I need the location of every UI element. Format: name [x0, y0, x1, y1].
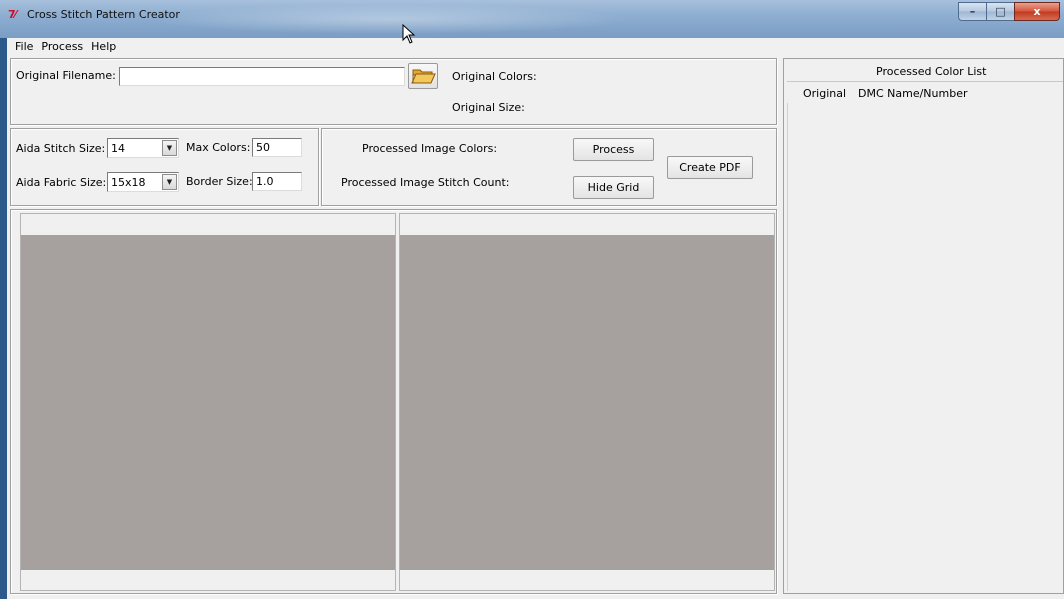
folder-open-icon	[411, 69, 436, 84]
stitch-count-label: Processed Image Stitch Count:	[341, 176, 510, 189]
maximize-button[interactable]: □	[986, 2, 1014, 21]
mouse-cursor-icon	[402, 24, 416, 44]
color-list-divider	[787, 81, 1063, 82]
max-colors-input[interactable]	[252, 138, 302, 157]
original-image-panel	[20, 213, 396, 591]
original-size-label: Original Size:	[452, 101, 525, 114]
create-pdf-button[interactable]: Create PDF	[667, 156, 753, 179]
window-body: File Process Help Original Filename: Ori…	[7, 38, 1064, 599]
hide-grid-button[interactable]: Hide Grid	[573, 176, 654, 199]
menu-help[interactable]: Help	[87, 38, 120, 56]
canvas-area	[10, 209, 777, 594]
tk-logo-icon: 7⁄	[8, 8, 17, 21]
fabric-size-value: 15x18	[111, 176, 146, 189]
column-original: Original	[803, 87, 847, 100]
window-title: Cross Stitch Pattern Creator	[27, 8, 180, 21]
original-image-canvas[interactable]	[21, 235, 395, 570]
settings-group: Aida Stitch Size: 14 ▼ Max Colors: Aida …	[10, 128, 319, 206]
menu-process[interactable]: Process	[37, 38, 87, 56]
window-controls: – □ x	[958, 2, 1060, 22]
title-bar[interactable]: 7⁄ Cross Stitch Pattern Creator – □ x	[0, 0, 1064, 38]
process-button[interactable]: Process	[573, 138, 654, 161]
stitch-size-select[interactable]: 14 ▼	[107, 138, 179, 158]
border-size-input[interactable]	[252, 172, 302, 191]
browse-file-button[interactable]	[408, 63, 438, 89]
processing-group: Processed Image Colors: Processed Image …	[321, 128, 777, 206]
column-dmc-name: DMC Name/Number	[858, 87, 968, 100]
processed-image-panel	[399, 213, 775, 591]
fabric-size-label: Aida Fabric Size:	[16, 176, 107, 189]
menu-file[interactable]: File	[11, 38, 37, 56]
processed-image-canvas[interactable]	[400, 235, 774, 570]
chevron-down-icon[interactable]: ▼	[162, 174, 177, 190]
border-size-label: Border Size:	[186, 175, 253, 188]
max-colors-label: Max Colors:	[186, 141, 251, 154]
fabric-size-select[interactable]: 15x18 ▼	[107, 172, 179, 192]
original-filename-input[interactable]	[119, 67, 405, 86]
stitch-size-value: 14	[111, 142, 125, 155]
close-button[interactable]: x	[1014, 2, 1060, 21]
original-colors-label: Original Colors:	[452, 70, 537, 83]
minimize-button[interactable]: –	[958, 2, 986, 21]
processed-colors-label: Processed Image Colors:	[362, 142, 498, 155]
stitch-size-label: Aida Stitch Size:	[16, 142, 106, 155]
color-list-body[interactable]	[787, 103, 1063, 591]
menu-bar: File Process Help	[7, 38, 1064, 56]
color-list-panel: Processed Color List Original DMC Name/N…	[783, 58, 1064, 594]
color-list-title: Processed Color List	[876, 65, 987, 78]
original-filename-label: Original Filename:	[16, 69, 116, 82]
file-group: Original Filename: Original Colors: Orig…	[10, 58, 777, 125]
chevron-down-icon[interactable]: ▼	[162, 140, 177, 156]
